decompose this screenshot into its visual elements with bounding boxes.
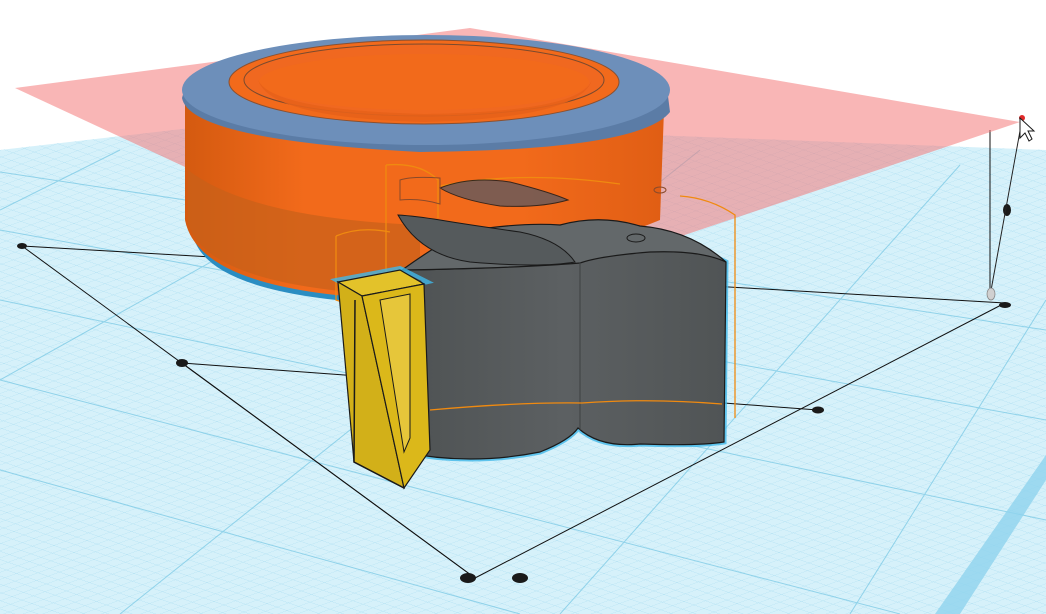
handle-right (812, 406, 824, 414)
handle-back-left (17, 243, 27, 249)
handle-front-right (512, 573, 528, 583)
height-handle-icon (1003, 204, 1011, 216)
arrow-pointer-icon (1019, 115, 1036, 142)
handle-left (176, 359, 188, 367)
3d-workplane-viewport[interactable] (0, 0, 1046, 614)
handle-back-right (999, 302, 1011, 308)
handle-front-left (460, 573, 476, 583)
